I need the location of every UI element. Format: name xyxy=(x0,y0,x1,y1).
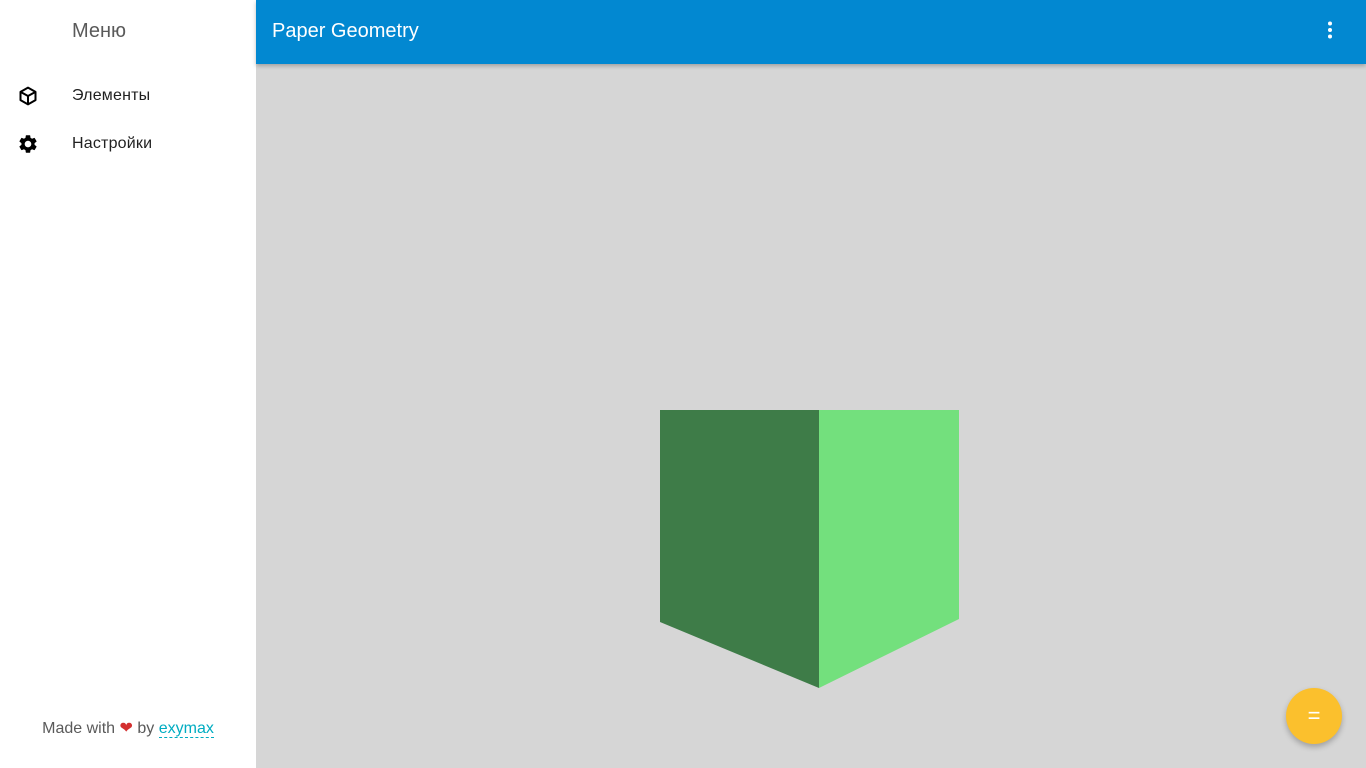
cube-shape xyxy=(660,410,959,688)
page-title: Paper Geometry xyxy=(272,20,419,42)
fab-label: = xyxy=(1307,703,1321,728)
sidebar-item-label: Настройки xyxy=(72,135,153,152)
sidebar-title: Меню xyxy=(72,20,127,42)
sidebar-footer: Made with ❤ by exymax xyxy=(0,718,256,738)
more-vert-icon xyxy=(1327,21,1333,44)
gear-icon xyxy=(17,133,39,155)
geometry-canvas[interactable] xyxy=(256,64,1366,768)
fab-button[interactable]: = xyxy=(1286,688,1342,744)
more-options-button[interactable] xyxy=(1310,16,1350,48)
sidebar: Меню Элементы Настройки Made with ❤ by e… xyxy=(0,0,256,768)
footer-by: by xyxy=(137,720,155,737)
heart-icon: ❤ xyxy=(119,720,133,737)
footer-made-with: Made with xyxy=(42,720,116,737)
sidebar-item-settings[interactable]: Настройки xyxy=(0,120,256,168)
cube-face-right xyxy=(819,410,959,688)
cube-face-left xyxy=(660,410,819,688)
cube-icon xyxy=(17,85,39,107)
app-bar: Paper Geometry xyxy=(256,0,1366,64)
sidebar-item-label: Элементы xyxy=(72,87,151,104)
sidebar-item-elements[interactable]: Элементы xyxy=(0,72,256,120)
author-link[interactable]: exymax xyxy=(158,720,214,738)
